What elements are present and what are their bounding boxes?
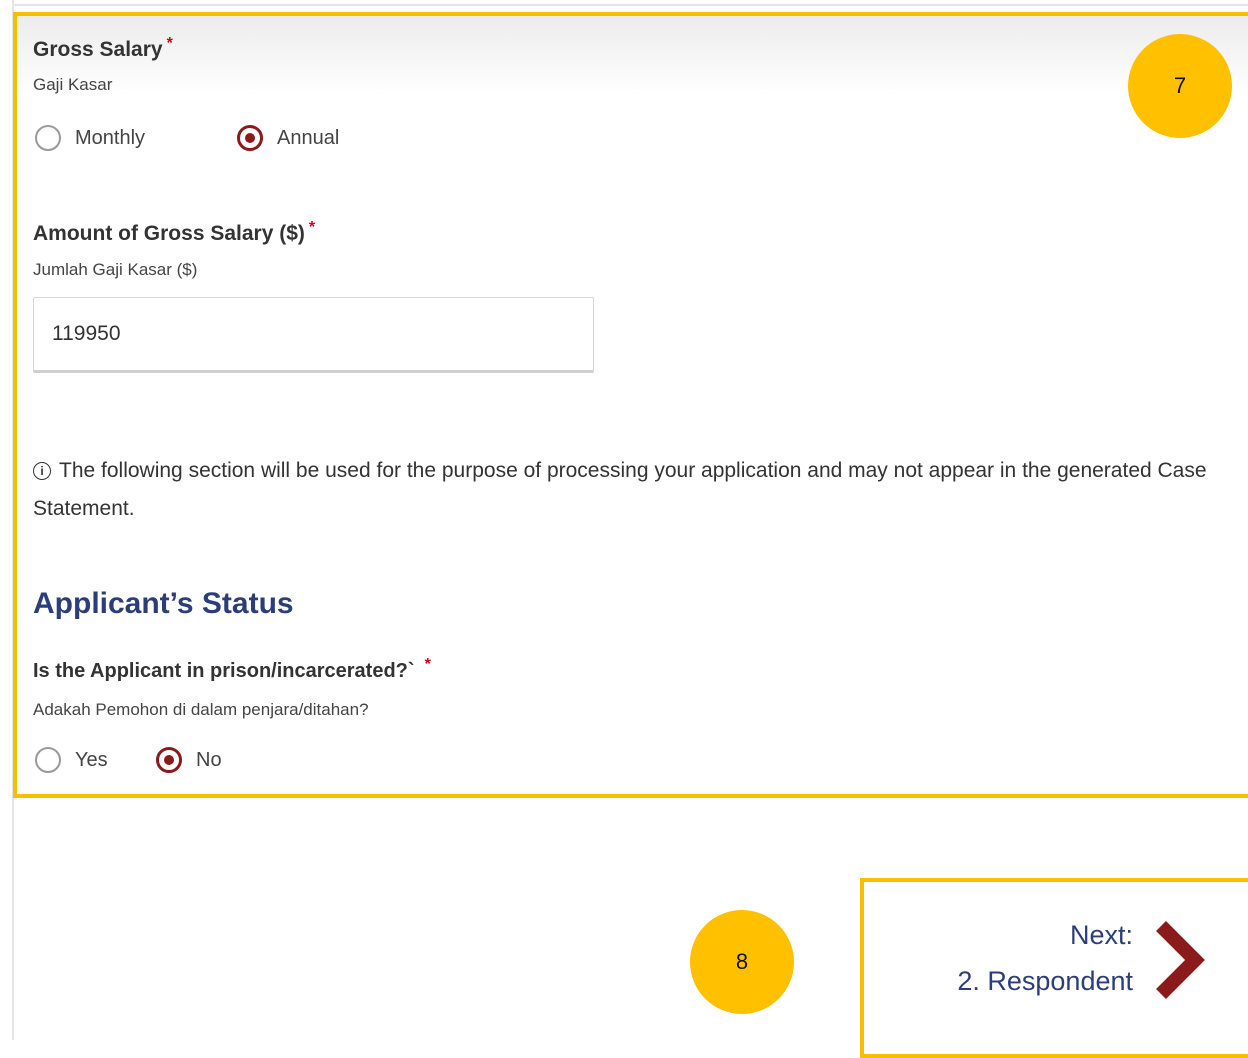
amount-label-text: Amount of Gross Salary ($) [33,222,305,245]
prison-question-label: Is the Applicant in prison/incarcerated?… [33,656,431,683]
prison-question-text: Is the Applicant in prison/incarcerated?… [33,660,415,682]
radio-yes[interactable]: Yes [35,747,108,773]
required-asterisk: * [308,219,316,236]
gross-salary-sublabel: Gaji Kasar [33,75,113,94]
gross-salary-label: Gross Salary * [33,35,173,62]
info-note: i The following section will be used for … [33,452,1213,528]
required-asterisk: * [166,35,173,52]
next-prefix-link[interactable]: Next: [1070,920,1133,951]
callout-badge-8: 8 [690,910,794,1014]
amount-label: Amount of Gross Salary ($) * [33,219,316,246]
radio-no-label: No [196,748,222,771]
gross-salary-label-text: Gross Salary [33,38,163,61]
chevron-right-icon[interactable] [1153,920,1205,1000]
radio-circle-annual[interactable] [237,125,263,151]
amount-input[interactable] [33,297,594,373]
radio-annual-label: Annual [277,126,340,149]
radio-monthly[interactable]: Monthly [35,125,145,151]
required-asterisk: * [424,656,431,673]
callout-number: 7 [1173,73,1187,98]
top-divider [12,4,1248,6]
amount-sublabel: Jumlah Gaji Kasar ($) [33,260,198,279]
callout-number: 8 [735,949,749,974]
next-respondent-link[interactable]: 2. Respondent [957,966,1133,997]
info-note-text: The following section will be used for t… [33,459,1207,520]
radio-monthly-label: Monthly [75,126,146,149]
radio-annual[interactable]: Annual [237,125,339,151]
callout-badge-7: 7 [1128,34,1232,138]
info-icon: i [33,462,51,480]
section-title-applicant-status: Applicant’s Status [33,587,294,620]
radio-circle-yes[interactable] [35,747,61,773]
radio-no[interactable]: No [156,747,222,773]
radio-circle-no[interactable] [156,747,182,773]
radio-yes-label: Yes [75,748,108,771]
prison-question-sublabel: Adakah Pemohon di dalam penjara/ditahan? [33,700,369,719]
radio-circle-monthly[interactable] [35,125,61,151]
